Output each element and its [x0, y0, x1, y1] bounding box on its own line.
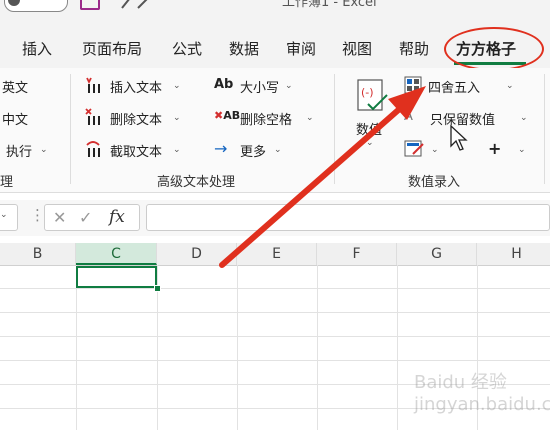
watermark: Baidu 经验 jingyan.baidu.com [388, 360, 550, 420]
watermark-text: Baidu 经验 jingyan.baidu.com [414, 372, 550, 415]
